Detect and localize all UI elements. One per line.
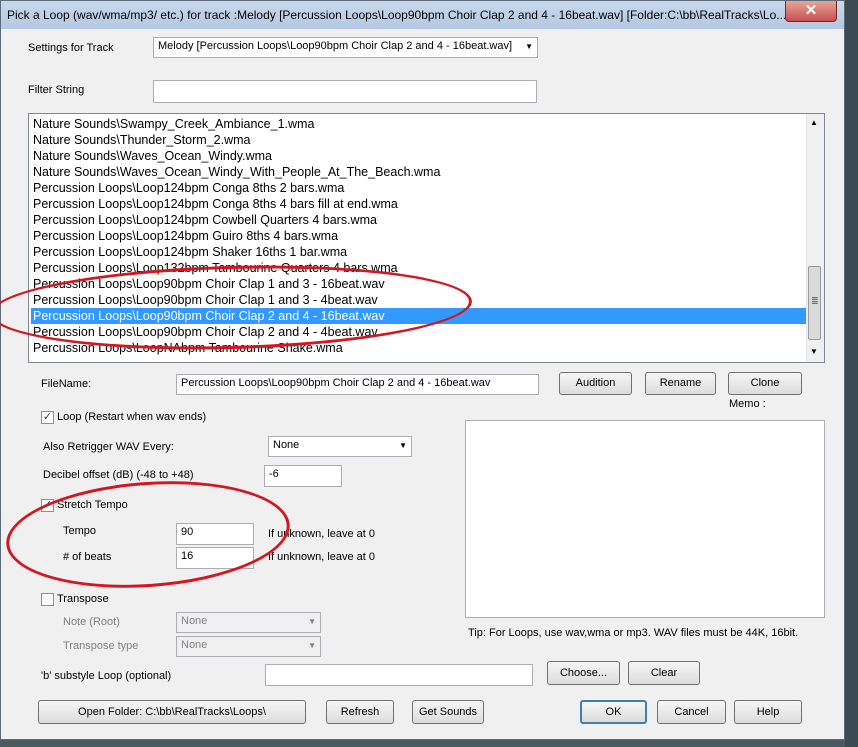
beats-input[interactable]: 16 [176, 547, 254, 569]
scroll-up-icon[interactable]: ▲ [810, 118, 818, 127]
settings-for-track-label: Settings for Track [28, 42, 114, 54]
audition-button[interactable]: Audition [559, 372, 632, 395]
open-folder-button[interactable]: Open Folder: C:\bb\RealTracks\Loops\ [38, 700, 306, 724]
transpose-type-label: Transpose type [63, 640, 139, 652]
list-item[interactable]: Nature Sounds\Waves_Ocean_Windy_With_Peo… [31, 164, 808, 180]
beats-hint: If unknown, leave at 0 [268, 551, 376, 563]
decibel-input[interactable]: -6 [264, 465, 342, 487]
choose-button[interactable]: Choose... [547, 661, 620, 685]
close-button[interactable]: ✕ [785, 1, 837, 22]
list-item[interactable]: Percussion Loops\Loop124bpm Conga 8ths 2… [31, 180, 808, 196]
rename-button[interactable]: Rename [645, 372, 716, 395]
filter-string-label: Filter String [28, 84, 85, 96]
chevron-down-icon: ▼ [308, 617, 316, 626]
help-button[interactable]: Help [734, 700, 802, 724]
title-bar: Pick a Loop (wav/wma/mp3/ etc.) for trac… [1, 1, 844, 29]
transpose-type-value: None [181, 639, 208, 651]
loop-restart-checkbox[interactable]: ✓ [41, 411, 54, 424]
list-item[interactable]: Percussion Loops\Loop124bpm Shaker 16ths… [31, 244, 808, 260]
loop-restart-label: Loop (Restart when wav ends) [57, 411, 207, 423]
loop-listbox[interactable]: Nature Sounds\Swampy_Creek_Ambiance_1.wm… [28, 113, 825, 363]
list-item[interactable]: Percussion Loops\Loop124bpm Guiro 8ths 4… [31, 228, 808, 244]
b-substyle-label: 'b' substyle Loop (optional) [41, 670, 172, 682]
filename-input[interactable]: Percussion Loops\Loop90bpm Choir Clap 2 … [176, 374, 539, 395]
retrigger-value: None [273, 439, 300, 451]
retrigger-combo[interactable]: None ▼ [268, 436, 412, 457]
list-item[interactable]: Percussion Loops\Loop132bpm Tambourine Q… [31, 260, 808, 276]
list-item[interactable]: Percussion Loops\Loop124bpm Conga 8ths 4… [31, 196, 808, 212]
cancel-button[interactable]: Cancel [657, 700, 726, 724]
memo-textarea[interactable] [465, 420, 825, 618]
scroll-thumb[interactable]: ═ ═ [808, 266, 821, 340]
stretch-tempo-checkbox[interactable]: ✓ [41, 499, 54, 512]
transpose-type-combo[interactable]: None ▼ [176, 636, 321, 657]
memo-label: Memo : [729, 398, 766, 410]
note-root-combo[interactable]: None ▼ [176, 612, 321, 633]
chevron-down-icon: ▼ [525, 42, 533, 51]
list-item[interactable]: Percussion Loops\Loop90bpm Choir Clap 1 … [31, 292, 808, 308]
chevron-down-icon: ▼ [308, 641, 316, 650]
stretch-tempo-label: Stretch Tempo [57, 499, 128, 511]
clear-button[interactable]: Clear [628, 661, 700, 685]
scroll-down-icon[interactable]: ▼ [810, 347, 818, 356]
background-window-strip [845, 0, 858, 747]
beats-label: # of beats [63, 551, 112, 563]
note-root-value: None [181, 615, 208, 627]
b-substyle-input[interactable] [265, 664, 533, 686]
refresh-button[interactable]: Refresh [326, 700, 394, 724]
tempo-label: Tempo [63, 525, 97, 537]
list-scrollbar[interactable]: ▲ ═ ═ ▼ [806, 114, 824, 362]
retrigger-label: Also Retrigger WAV Every: [43, 441, 174, 453]
transpose-checkbox[interactable] [41, 593, 54, 606]
list-item[interactable]: Nature Sounds\Thunder_Storm_2.wma [31, 132, 808, 148]
tempo-input[interactable]: 90 [176, 523, 254, 545]
list-item[interactable]: Nature Sounds\Swampy_Creek_Ambiance_1.wm… [31, 116, 808, 132]
tempo-hint: If unknown, leave at 0 [268, 528, 376, 540]
settings-for-track-combo[interactable]: Melody [Percussion Loops\Loop90bpm Choir… [153, 37, 538, 58]
decibel-label: Decibel offset (dB) (-48 to +48) [43, 469, 194, 481]
tip-text: Tip: For Loops, use wav,wma or mp3. WAV … [468, 627, 799, 639]
chevron-down-icon: ▼ [399, 441, 407, 450]
get-sounds-button[interactable]: Get Sounds [412, 700, 484, 724]
ok-button[interactable]: OK [580, 700, 647, 724]
list-item[interactable]: Percussion Loops\Loop90bpm Choir Clap 1 … [31, 276, 808, 292]
window-title: Pick a Loop (wav/wma/mp3/ etc.) for trac… [7, 8, 787, 22]
list-item[interactable]: Percussion Loops\Loop124bpm Cowbell Quar… [31, 212, 808, 228]
transpose-label: Transpose [57, 593, 109, 605]
list-item[interactable]: Percussion Loops\Loop90bpm Choir Clap 2 … [31, 324, 808, 340]
list-item[interactable]: Nature Sounds\Waves_Ocean_Windy.wma [31, 148, 808, 164]
list-item[interactable]: Percussion Loops\LoopNAbpm Tambourine Sh… [31, 340, 808, 356]
list-item[interactable]: Percussion Loops\Loop90bpm Choir Clap 2 … [31, 308, 808, 324]
note-root-label: Note (Root) [63, 616, 120, 628]
settings-for-track-value: Melody [Percussion Loops\Loop90bpm Choir… [158, 40, 513, 52]
filter-string-input[interactable] [153, 80, 537, 103]
filename-label: FileName: [41, 378, 92, 390]
clone-button[interactable]: Clone [728, 372, 802, 395]
